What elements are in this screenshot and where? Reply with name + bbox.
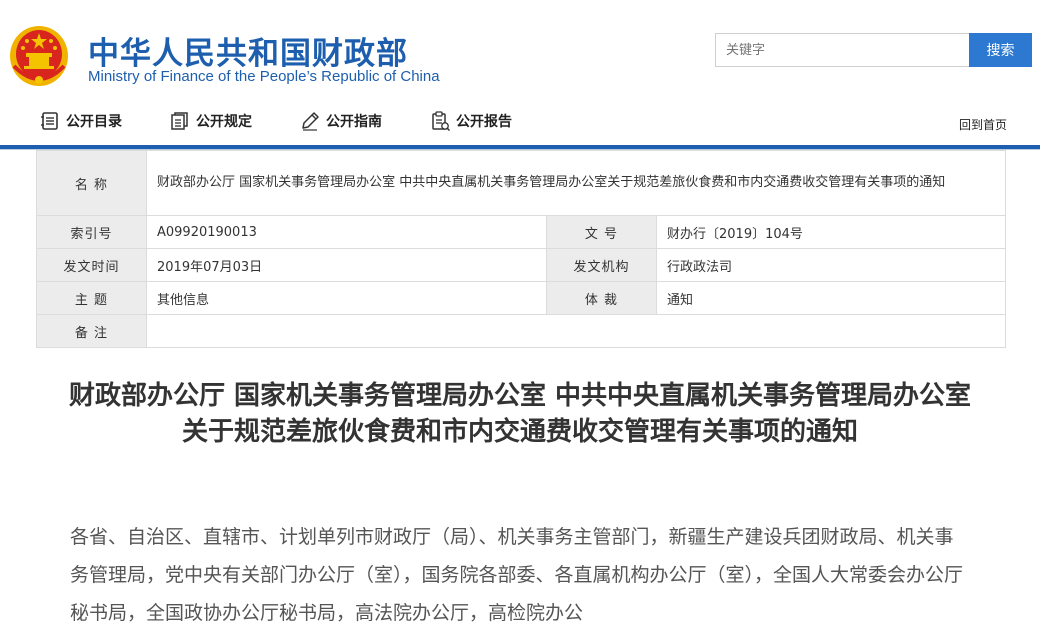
search-input[interactable] [715,33,971,67]
nav-item-rules[interactable]: 公开规定 [170,109,252,133]
table-row: 主 题 其他信息 体 裁 通知 [36,281,1006,315]
table-row: 发文时间 2019年07月03日 发文机构 行政政法司 [36,248,1006,282]
meta-org-value: 行政政法司 [656,248,1006,282]
meta-remark-label: 备 注 [36,314,147,348]
meta-topic-label: 主 题 [36,281,147,315]
meta-docno-value: 财办行〔2019〕104号 [656,215,1006,249]
nav-label-report: 公开报告 [456,114,512,130]
documents-icon [171,112,188,130]
nav-item-report[interactable]: 公开报告 [430,109,512,133]
pencil-icon [302,112,319,131]
meta-name-value: 财政部办公厅 国家机关事务管理局办公室 中共中央直属机关事务管理局办公室关于规范… [146,150,1006,216]
nav-label-guide: 公开指南 [326,114,382,130]
table-row: 索引号 A09920190013 文 号 财办行〔2019〕104号 [36,215,1006,249]
nav-label-catalog: 公开目录 [66,114,122,130]
clipboard-icon [432,111,450,131]
meta-remark-value [146,314,1006,348]
nav-item-guide[interactable]: 公开指南 [300,109,382,133]
document-metadata-table: 名 称 财政部办公厅 国家机关事务管理局办公室 中共中央直属机关事务管理局办公室… [36,150,1006,348]
nav-label-rules: 公开规定 [196,114,252,130]
article-title: 财政部办公厅 国家机关事务管理局办公室 中共中央直属机关事务管理局办公室关于规范… [68,381,972,447]
meta-genre-value: 通知 [656,281,1006,315]
meta-topic-value: 其他信息 [146,281,547,315]
meta-date-label: 发文时间 [36,248,147,282]
site-title-cn[interactable]: 中华人民共和国财政部 [88,28,408,73]
catalog-icon [41,112,58,130]
meta-docno-label: 文 号 [546,215,657,249]
meta-name-label: 名 称 [36,150,147,216]
national-emblem-icon[interactable] [8,22,70,88]
meta-index-value: A09920190013 [146,215,547,249]
site-header: 中华人民共和国财政部 Ministry of Finance of the Pe… [0,0,1040,100]
home-link[interactable]: 回到首页 [959,116,1007,133]
search-button[interactable]: 搜索 [969,33,1032,67]
nav-item-catalog[interactable]: 公开目录 [40,109,122,133]
table-row: 名 称 财政部办公厅 国家机关事务管理局办公室 中共中央直属机关事务管理局办公室… [36,150,1006,216]
meta-index-label: 索引号 [36,215,147,249]
site-title-en[interactable]: Ministry of Finance of the People’s Repu… [88,68,440,85]
meta-org-label: 发文机构 [546,248,657,282]
table-row: 备 注 [36,314,1006,348]
meta-genre-label: 体 裁 [546,281,657,315]
main-nav: 公开目录 公开规定 公开指南 公开报告 回到首页 [0,100,1040,146]
article-body: 各省、自治区、直辖市、计划单列市财政厅（局）、机关事务主管部门，新疆生产建设兵团… [70,526,964,624]
meta-date-value: 2019年07月03日 [146,248,547,282]
